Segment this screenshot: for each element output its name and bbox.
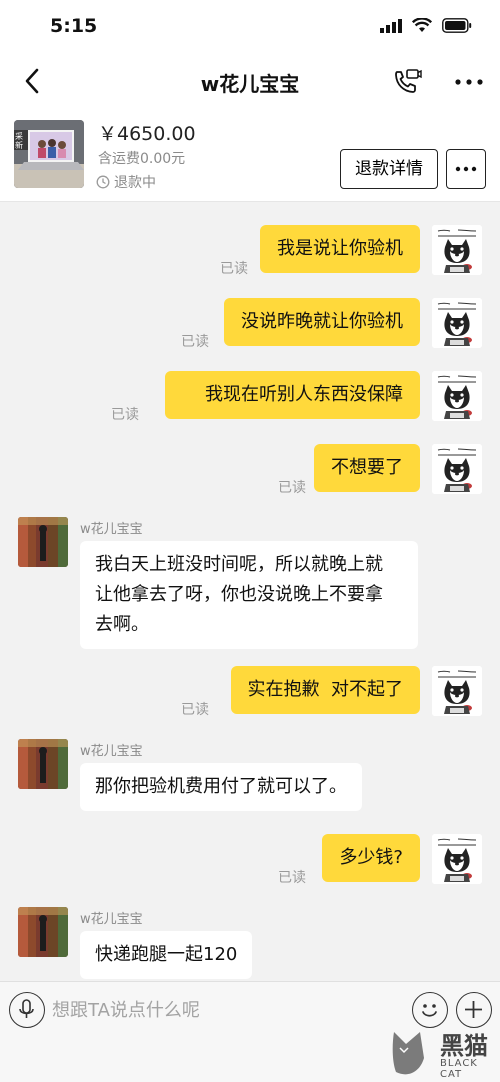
read-receipt: 已读 xyxy=(278,870,306,886)
message-bubble[interactable]: 我现在听别人东西没保障 xyxy=(165,371,420,419)
call-button[interactable] xyxy=(390,66,422,98)
order-summary: 采 新 ￥4650.00 含运费0.00元 退款中 退款详情 xyxy=(0,110,500,202)
sender-name: w花儿宝宝 xyxy=(80,912,143,927)
message-bubble[interactable]: 没说昨晚就让你验机 xyxy=(224,298,420,346)
message-bubble[interactable]: 我是说让你验机 xyxy=(260,225,420,273)
order-status: 退款中 xyxy=(96,172,156,192)
contact-avatar[interactable] xyxy=(18,739,68,789)
status-time: 5:15 xyxy=(50,15,98,37)
message-line: 去啊。 xyxy=(95,614,149,635)
my-avatar[interactable] xyxy=(432,225,482,275)
sender-name: w花儿宝宝 xyxy=(80,744,143,759)
wifi-icon xyxy=(412,18,432,32)
product-thumbnail[interactable]: 采 新 xyxy=(14,120,84,188)
more-dots-icon xyxy=(455,79,483,85)
message-bubble[interactable]: 不想要了 xyxy=(314,444,420,492)
my-avatar[interactable] xyxy=(432,666,482,716)
my-avatar[interactable] xyxy=(432,371,482,421)
battery-icon xyxy=(442,18,472,33)
status-icons xyxy=(380,18,472,33)
chat-messages[interactable]: 已读 我是说让你验机 已读 没说昨晚就让你验机 已读 我现在听别人东西没保障 已… xyxy=(0,203,500,981)
read-receipt: 已读 xyxy=(181,334,209,350)
watermark-text: 黑猫 xyxy=(440,1032,488,1060)
order-status-text: 退款中 xyxy=(114,175,156,191)
status-bar: 5:15 xyxy=(0,0,500,54)
read-receipt: 已读 xyxy=(181,702,209,718)
refund-details-button[interactable]: 退款详情 xyxy=(340,149,438,189)
svg-text:新: 新 xyxy=(15,140,23,150)
nav-bar: w花儿宝宝 xyxy=(0,54,500,110)
my-avatar[interactable] xyxy=(432,834,482,884)
my-avatar[interactable] xyxy=(432,444,482,494)
message-line: 我白天上班没时间呢，所以就晚上就 xyxy=(95,554,383,575)
nav-more-button[interactable] xyxy=(452,68,486,96)
voice-button[interactable] xyxy=(9,992,45,1028)
message-bubble[interactable]: 我白天上班没时间呢，所以就晚上就 让他拿去了呀，你也没说晚上不要拿 去啊。 xyxy=(80,541,418,649)
clock-icon xyxy=(96,175,110,189)
my-avatar[interactable] xyxy=(432,298,482,348)
phone-video-icon xyxy=(395,69,422,93)
message-line: 让他拿去了呀，你也没说晚上不要拿 xyxy=(95,584,383,605)
message-bubble[interactable]: 多少钱? xyxy=(322,834,420,882)
order-more-button[interactable] xyxy=(446,149,486,189)
signal-icon xyxy=(380,18,402,33)
contact-avatar[interactable] xyxy=(18,517,68,567)
microphone-icon xyxy=(19,999,34,1018)
message-line: 快递跑腿一起120 xyxy=(95,944,238,965)
message-bubble[interactable]: 实在抱歉 对不起了 xyxy=(230,666,420,714)
read-receipt: 已读 xyxy=(220,261,248,277)
message-input[interactable] xyxy=(52,988,404,1032)
read-receipt: 已读 xyxy=(278,480,306,496)
chat-title: w花儿宝宝 xyxy=(200,72,300,96)
product-price: ￥4650.00 xyxy=(98,123,196,145)
message-line: 那你把验机费用付了就可以了。 xyxy=(95,776,347,797)
message-bubble[interactable]: 快递跑腿一起120 xyxy=(80,931,253,979)
svg-text:采: 采 xyxy=(15,131,23,141)
shipping-fee: 含运费0.00元 xyxy=(98,151,186,167)
contact-avatar[interactable] xyxy=(18,907,68,957)
watermark-subtext: BLACK CAT xyxy=(440,1058,478,1080)
message-bubble[interactable]: 那你把验机费用付了就可以了。 xyxy=(80,763,362,811)
sender-name: w花儿宝宝 xyxy=(80,522,143,537)
read-receipt: 已读 xyxy=(111,407,139,423)
more-dots-icon xyxy=(455,166,477,172)
